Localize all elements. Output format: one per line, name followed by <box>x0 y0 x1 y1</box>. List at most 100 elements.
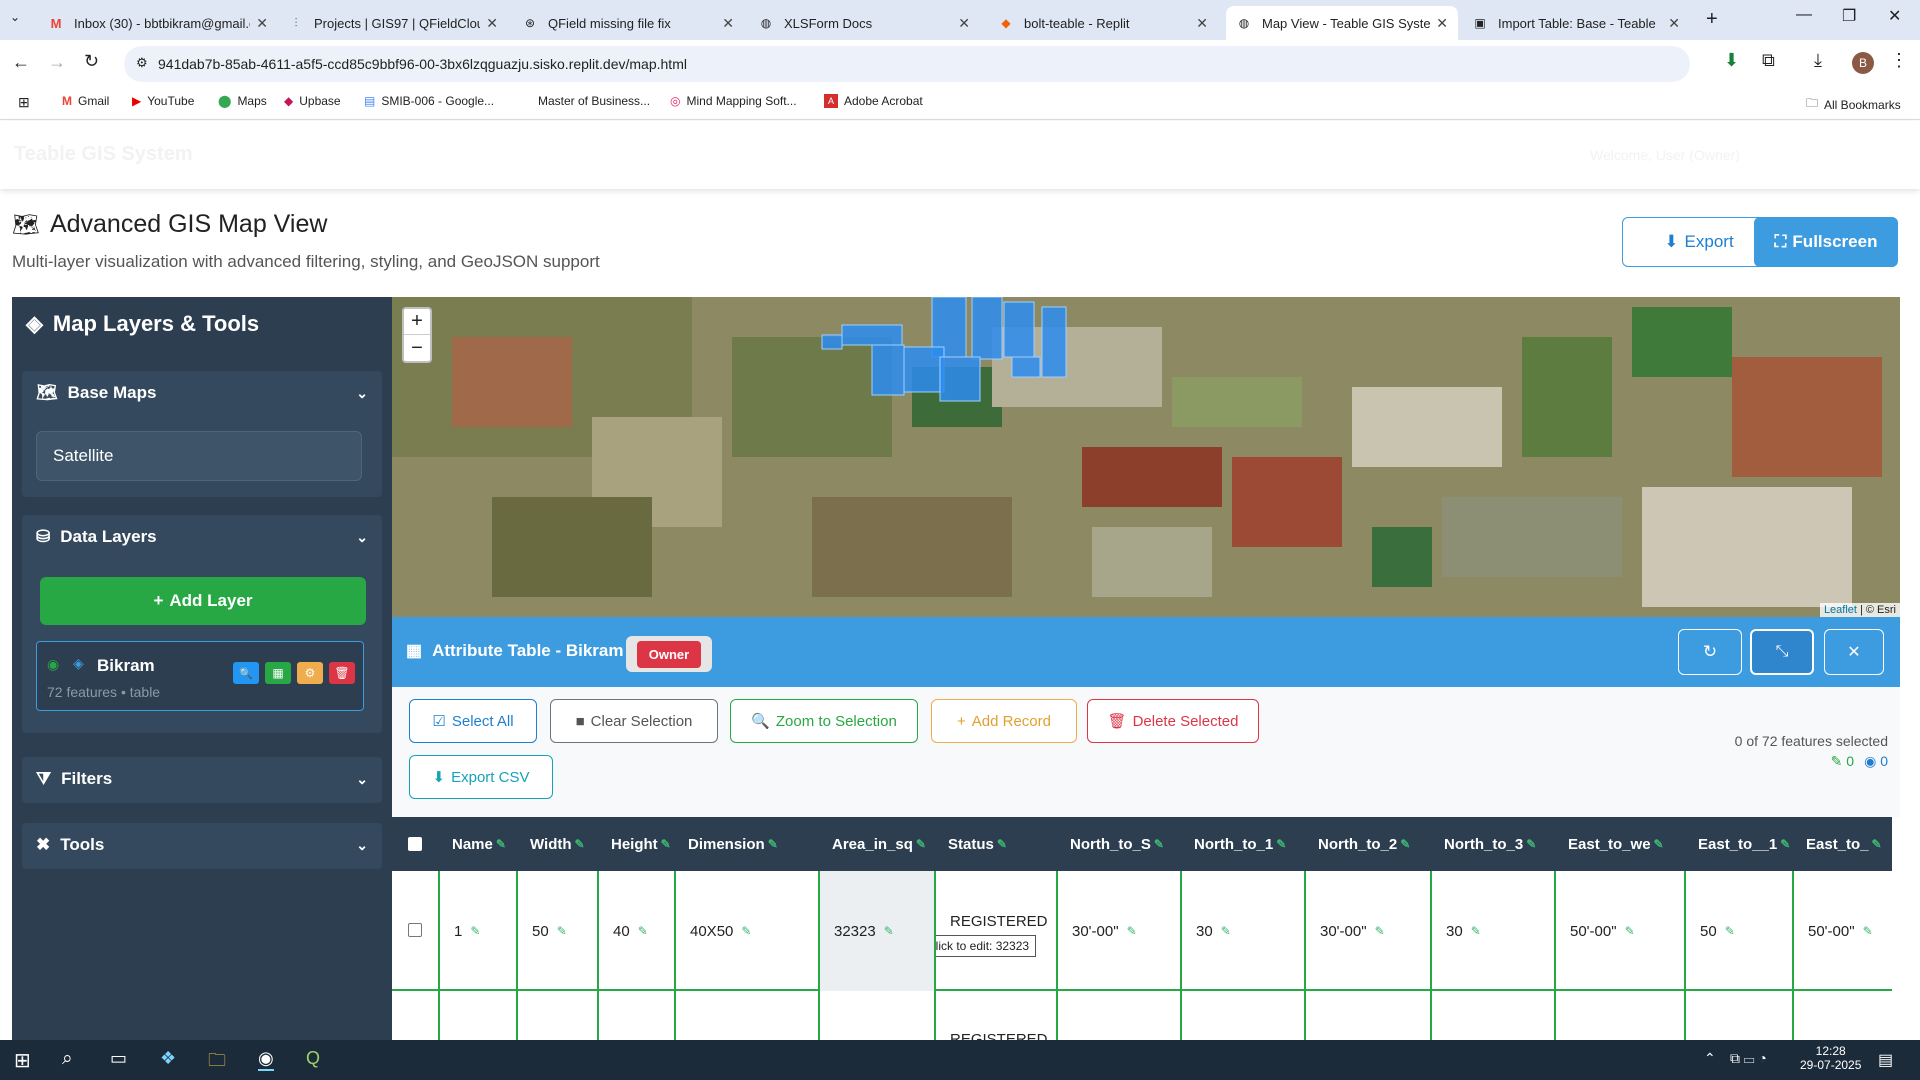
export-button[interactable]: ⬇ Export <box>1622 217 1776 267</box>
table-cell[interactable]: 50'-00" ✎ <box>1554 871 1684 991</box>
edit-cell-icon[interactable]: ✎ <box>1375 924 1385 938</box>
bookmark-youtube[interactable]: ▶ YouTube <box>132 94 194 108</box>
apps-grid-icon[interactable]: ⊞ <box>18 94 30 111</box>
add-layer-button[interactable]: + Add Layer <box>40 577 366 625</box>
copilot-icon[interactable]: ❖ <box>160 1048 176 1069</box>
edit-cell-icon[interactable]: ✎ <box>741 924 751 938</box>
table-cell[interactable]: 32323 ✎ <box>818 871 934 991</box>
filters-header[interactable]: ⧩ Filters ⌄ <box>22 757 382 801</box>
file-explorer-icon[interactable]: 🗀 <box>208 1048 226 1078</box>
edit-cell-icon[interactable]: ✎ <box>1625 924 1635 938</box>
bookmark-maps[interactable]: ⬤ Maps <box>218 94 267 108</box>
edit-column-icon[interactable]: ✎ <box>1276 837 1286 851</box>
qgis-icon[interactable]: Q <box>306 1048 320 1069</box>
edit-column-icon[interactable]: ✎ <box>661 837 671 851</box>
clear-selection-button[interactable]: ■ Clear Selection <box>550 699 718 743</box>
tray-icons[interactable]: ⧉ ▭ ◔ <box>1730 1050 1767 1067</box>
close-icon[interactable]: ✕ <box>1196 15 1208 32</box>
base-maps-header[interactable]: 🗺 Base Maps ⌄ <box>22 371 382 415</box>
edit-cell-icon[interactable]: ✎ <box>557 924 567 938</box>
browser-tab[interactable]: ⊛ QField missing file fix ✕ <box>512 6 744 40</box>
bookmark-acrobat[interactable]: A Adobe Acrobat <box>824 94 923 108</box>
gear-icon[interactable]: ⚙ <box>297 662 323 684</box>
edit-cell-icon[interactable]: ✎ <box>1725 924 1735 938</box>
table-cell[interactable] <box>1056 991 1180 1040</box>
column-header[interactable]: Area_in_sq ✎ <box>818 817 934 871</box>
bookmark-gmail[interactable]: M Gmail <box>62 94 109 108</box>
reload-icon[interactable]: ↻ <box>84 51 99 72</box>
restore-icon[interactable]: ❐ <box>1842 6 1856 26</box>
zoom-to-selection-button[interactable]: 🔍 Zoom to Selection <box>730 699 918 743</box>
column-header[interactable]: North_to_1 ✎ <box>1180 817 1304 871</box>
layer-item[interactable]: ◉ ◈ Bikram 72 features • table 🔍 ▦ ⚙ 🗑 <box>36 641 364 711</box>
edit-cell-icon[interactable]: ✎ <box>1127 924 1137 938</box>
zoom-layer-icon[interactable]: 🔍 <box>233 662 259 684</box>
app-brand[interactable]: Teable GIS System <box>14 143 193 166</box>
header-checkbox[interactable] <box>408 837 422 851</box>
table-cell[interactable]: 50'-00" ✎ <box>1792 871 1892 991</box>
minimize-icon[interactable]: — <box>1796 6 1812 24</box>
edit-column-icon[interactable]: ✎ <box>768 837 778 851</box>
column-header[interactable]: Name ✎ <box>438 817 516 871</box>
edit-cell-icon[interactable]: ✎ <box>1221 924 1231 938</box>
table-cell[interactable] <box>1430 991 1554 1040</box>
edit-column-icon[interactable]: ✎ <box>496 837 506 851</box>
edit-cell-icon[interactable]: ✎ <box>638 924 648 938</box>
table-cell[interactable]: REGISTERED <box>934 991 1056 1040</box>
edit-column-icon[interactable]: ✎ <box>1400 837 1410 851</box>
export-csv-button[interactable]: ⬇ Export CSV <box>409 755 553 799</box>
edit-cell-icon[interactable]: ✎ <box>1471 924 1481 938</box>
select-all-button[interactable]: ☑ Select All <box>409 699 537 743</box>
column-header[interactable]: East_to_ ✎ <box>1792 817 1892 871</box>
extensions-icon[interactable]: ⧉ <box>1762 50 1775 71</box>
table-cell[interactable] <box>1792 991 1892 1040</box>
table-cell[interactable]: 1 ✎ <box>438 871 516 991</box>
close-icon[interactable]: ✕ <box>256 15 268 32</box>
site-info-icon[interactable]: ⚙ <box>136 55 148 71</box>
new-tab-icon[interactable]: + <box>1706 8 1718 31</box>
data-layers-header[interactable]: ⛁ Data Layers ⌄ <box>22 515 382 559</box>
map-canvas[interactable]: + − Leaflet | © Esri <box>392 297 1900 617</box>
column-header[interactable]: North_to_3 ✎ <box>1430 817 1554 871</box>
column-header[interactable]: North_to_S ✎ <box>1056 817 1180 871</box>
delete-selected-button[interactable]: 🗑 Delete Selected <box>1087 699 1259 743</box>
downloads-icon[interactable]: ⤓ <box>1814 50 1822 71</box>
back-icon[interactable]: ← <box>12 52 30 73</box>
column-header[interactable]: Width ✎ <box>516 817 597 871</box>
table-cell[interactable] <box>674 991 818 1040</box>
browser-tab[interactable]: M Inbox (30) - bbtbikram@gmail.c ✕ <box>38 6 278 40</box>
window-close-icon[interactable]: ✕ <box>1888 6 1901 26</box>
tools-header[interactable]: ✖ Tools ⌄ <box>22 823 382 867</box>
table-cell[interactable]: 30'-00" ✎ <box>1056 871 1180 991</box>
table-cell[interactable] <box>1554 991 1684 1040</box>
table-icon[interactable]: ▦ <box>265 662 291 684</box>
base-map-select[interactable]: Satellite <box>36 431 362 481</box>
table-cell[interactable]: REGISTERED <box>934 871 1056 991</box>
address-bar[interactable]: ⚙ 941dab7b-85ab-4611-a5f5-ccd85c9bbf96-0… <box>124 46 1690 82</box>
browser-tab[interactable]: ◆ bolt-teable - Replit ✕ <box>988 6 1218 40</box>
menu-kebab-icon[interactable]: ⋮ <box>1890 50 1908 71</box>
table-cell[interactable] <box>1180 991 1304 1040</box>
close-icon[interactable]: ✕ <box>1436 15 1448 32</box>
row-checkbox[interactable] <box>408 923 422 937</box>
table-cell[interactable]: 30 ✎ <box>1180 871 1304 991</box>
zoom-out-button[interactable]: − <box>404 335 430 361</box>
edit-cell-icon[interactable]: ✎ <box>470 924 480 938</box>
bookmark-mindmap[interactable]: ◎ Mind Mapping Soft... <box>670 94 797 108</box>
forward-icon[interactable]: → <box>48 52 66 73</box>
bookmark-master[interactable]: Master of Business... <box>538 94 650 108</box>
column-header[interactable]: Dimension ✎ <box>674 817 818 871</box>
task-view-icon[interactable]: ▭ <box>110 1048 127 1069</box>
column-header[interactable]: North_to_2 ✎ <box>1304 817 1430 871</box>
all-bookmarks[interactable]: 🗀 All Bookmarks <box>1806 94 1901 115</box>
edit-column-icon[interactable]: ✎ <box>1872 837 1882 851</box>
edit-column-icon[interactable]: ✎ <box>1526 837 1536 851</box>
close-panel-button[interactable]: ✕ <box>1824 629 1884 675</box>
edit-column-icon[interactable]: ✎ <box>575 837 585 851</box>
edit-cell-icon[interactable]: ✎ <box>884 924 894 938</box>
browser-tab[interactable]: ⫶ Projects | GIS97 | QFieldCloud ✕ <box>278 6 508 40</box>
refresh-button[interactable]: ↻ <box>1678 629 1742 675</box>
edit-cell-icon[interactable]: ✎ <box>1863 924 1873 938</box>
close-icon[interactable]: ✕ <box>1668 15 1680 32</box>
chrome-icon[interactable]: ◉ <box>258 1048 274 1071</box>
